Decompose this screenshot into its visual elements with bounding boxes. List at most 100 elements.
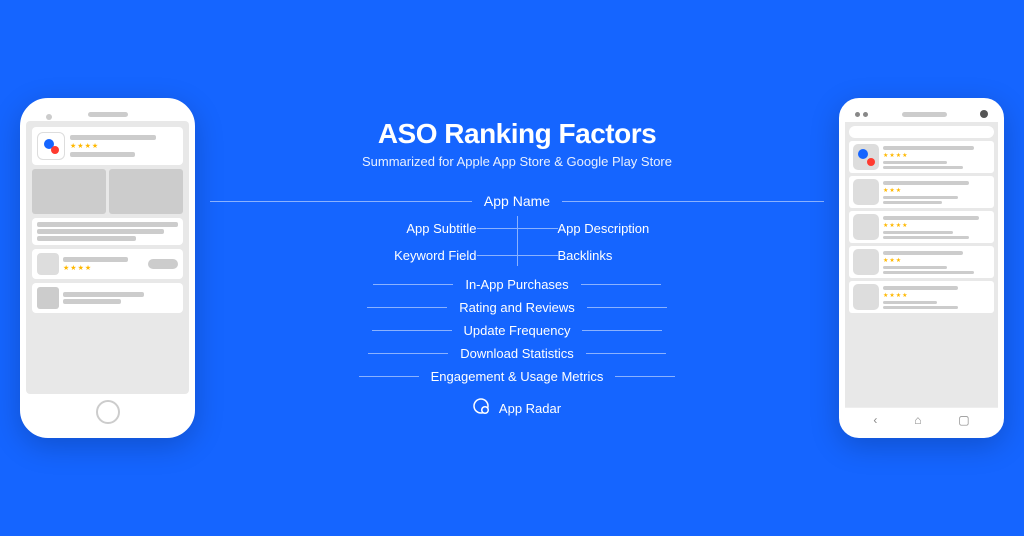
engage-line-right: [615, 376, 675, 377]
abar7: [883, 216, 979, 220]
android-mockup: ★ ★ ★ ★ ★ ★ ★: [839, 98, 1004, 438]
dot1: [855, 112, 860, 117]
factor-update-row: Update Frequency: [210, 319, 824, 342]
desc-line-conn: [518, 228, 558, 229]
logo-red: [51, 146, 59, 154]
bottom-section-2: [32, 283, 183, 313]
as18: ★: [902, 292, 907, 299]
stars-row: ★ ★ ★ ★: [70, 142, 178, 150]
star2: ★: [77, 142, 83, 150]
abar12: [883, 271, 974, 274]
abar13: [883, 286, 958, 290]
factors-list: App Name App Subtitle Keyword Field: [210, 189, 824, 388]
as8: ★: [883, 222, 888, 229]
icon-red-1: [867, 158, 875, 166]
screenshot-1: [32, 169, 106, 214]
subtitle-line: [477, 228, 517, 229]
subtitle-row: App Subtitle: [210, 216, 517, 241]
abar5: [883, 196, 958, 199]
page-subtitle: Summarized for Apple App Store & Google …: [362, 154, 672, 169]
brand-logo-svg: [473, 398, 493, 418]
android-search-bar: [849, 126, 994, 138]
android-stars-1: ★ ★ ★ ★: [883, 152, 990, 159]
android-app-icon-2: [853, 179, 879, 205]
home-button: [96, 400, 120, 424]
as10: ★: [896, 222, 901, 229]
as11: ★: [902, 222, 907, 229]
android-item-text-3: ★ ★ ★ ★: [883, 216, 990, 239]
android-item-5: ★ ★ ★ ★: [849, 281, 994, 313]
nav-recent-icon: ▢: [958, 413, 969, 427]
factor-engagement-row: Engagement & Usage Metrics: [210, 365, 824, 388]
as14: ★: [896, 257, 901, 264]
as16: ★: [889, 292, 894, 299]
factor-app-description: App Description: [558, 216, 650, 241]
bottom-text-2: [63, 292, 178, 304]
android-item-2: ★ ★ ★: [849, 176, 994, 208]
line-left-name: [210, 201, 472, 202]
iphone-mockup: ★ ★ ★ ★: [20, 98, 195, 438]
iphone-speaker: [88, 112, 128, 117]
star4: ★: [92, 142, 98, 150]
download-line-left: [368, 353, 448, 354]
star1: ★: [70, 142, 76, 150]
abar8: [883, 231, 953, 234]
factor-backlinks: Backlinks: [558, 243, 613, 268]
as13: ★: [889, 257, 894, 264]
download-line-right: [586, 353, 666, 354]
bottom-bar-2a: [63, 292, 144, 297]
abar11: [883, 266, 947, 269]
as3: ★: [896, 152, 901, 159]
android-item-1: ★ ★ ★ ★: [849, 141, 994, 173]
app-header-text: ★ ★ ★ ★: [70, 135, 178, 157]
bs1: ★: [63, 264, 69, 272]
iap-line-left: [373, 284, 453, 285]
bottom-stars: ★ ★ ★ ★: [63, 264, 144, 272]
screenshot-grid: [32, 169, 183, 214]
icon-inner-1: [855, 146, 877, 168]
nav-home-icon: ⌂: [914, 413, 921, 427]
keyword-line: [477, 255, 517, 256]
android-camera: [980, 110, 988, 118]
update-line-right: [582, 330, 662, 331]
center-content: ASO Ranking Factors Summarized for Apple…: [195, 118, 839, 418]
nav-back-icon: ‹: [873, 413, 877, 427]
factor-subtitle-desc-row: App Subtitle Keyword Field App Descripti…: [210, 213, 824, 271]
factor-app-name-row: App Name: [210, 189, 824, 213]
abar1: [883, 146, 974, 150]
factor-app-name: App Name: [472, 189, 562, 213]
rating-line-right: [587, 307, 667, 308]
android-speaker: [902, 112, 947, 117]
android-stars-4: ★ ★ ★: [883, 257, 990, 264]
dot2: [863, 112, 868, 117]
desc-row: App Description: [518, 216, 825, 241]
as5: ★: [883, 187, 888, 194]
desc-line-3: [37, 236, 136, 241]
as17: ★: [896, 292, 901, 299]
app-meta-bar: [70, 152, 135, 157]
desc-line-2: [37, 229, 164, 234]
app-name-bar: [70, 135, 156, 140]
android-item-3: ★ ★ ★ ★: [849, 211, 994, 243]
abar10: [883, 251, 963, 255]
backlinks-line-conn: [518, 255, 558, 256]
abar3: [883, 166, 963, 169]
page-title: ASO Ranking Factors: [378, 118, 656, 150]
as4: ★: [902, 152, 907, 159]
star3: ★: [85, 142, 91, 150]
as6: ★: [889, 187, 894, 194]
abar4: [883, 181, 969, 185]
abar2: [883, 161, 947, 164]
as7: ★: [896, 187, 901, 194]
main-container: ★ ★ ★ ★: [0, 0, 1024, 536]
bottom-icon: [37, 253, 59, 275]
bs2: ★: [70, 264, 76, 272]
android-app-icon-3: [853, 214, 879, 240]
factor-iap-row: In-App Purchases: [210, 273, 824, 296]
factor-update-frequency: Update Frequency: [452, 319, 583, 342]
android-bottom-bar: ‹ ⌂ ▢: [845, 407, 998, 432]
screenshot-2: [109, 169, 183, 214]
factor-download-stats: Download Statistics: [448, 342, 585, 365]
bottom-text: ★ ★ ★ ★: [63, 257, 144, 272]
bs3: ★: [78, 264, 84, 272]
